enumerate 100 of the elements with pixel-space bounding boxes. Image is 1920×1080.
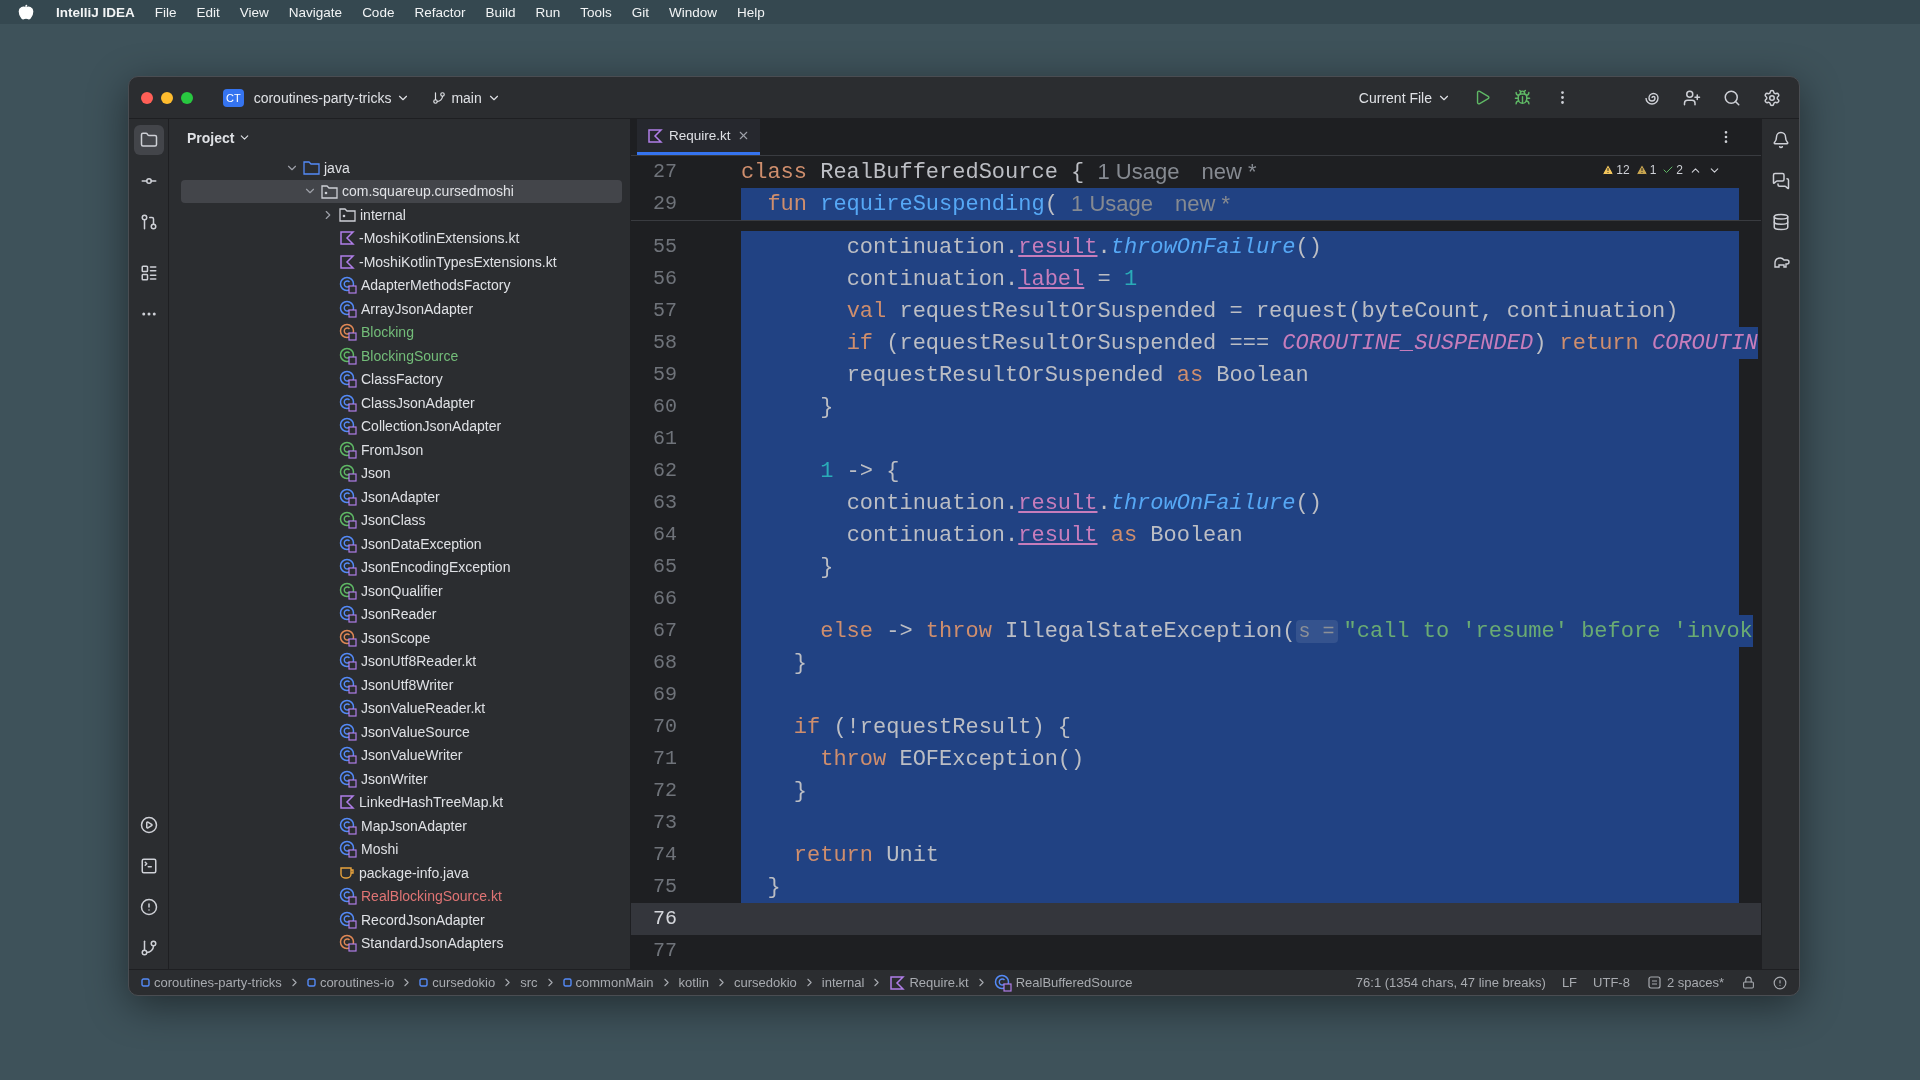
tree-item[interactable]: JsonAdapter — [181, 485, 622, 509]
tree-item[interactable]: StandardJsonAdapters — [181, 931, 622, 955]
tree-item[interactable]: JsonUtf8Writer — [181, 673, 622, 697]
editor-tab[interactable]: Require.kt — [637, 119, 760, 155]
tree-item[interactable]: JsonUtf8Reader.kt — [181, 649, 622, 673]
menu-item[interactable]: Window — [669, 4, 718, 20]
code-text: if (!requestResult) { — [793, 714, 1072, 740]
minimize-button[interactable] — [161, 91, 173, 104]
menu-item[interactable]: Navigate — [288, 4, 343, 20]
tree-item[interactable]: java — [181, 156, 622, 180]
line-number: 65 — [652, 554, 678, 580]
breadcrumb[interactable]: commonMain — [575, 975, 654, 990]
class-icon — [339, 417, 357, 436]
tree-item[interactable]: ClassFactory — [181, 367, 622, 391]
folder-icon[interactable] — [133, 125, 164, 155]
panel-title[interactable]: Project — [187, 129, 252, 146]
tree-item[interactable]: com.squareup.cursedmoshi — [181, 179, 622, 203]
tree-item[interactable]: package-info.java — [181, 861, 622, 885]
line-separator[interactable]: LF — [1561, 975, 1578, 990]
kotlin-file-icon — [647, 127, 663, 144]
indent-setting[interactable]: 2 spaces* — [1666, 975, 1724, 990]
zoom-button[interactable] — [181, 91, 193, 104]
class-icon — [339, 346, 357, 365]
tree-item[interactable]: Blocking — [181, 320, 622, 344]
breadcrumb[interactable]: internal — [821, 975, 865, 990]
project-badge: CT — [223, 88, 244, 107]
menu-item[interactable]: Git — [631, 4, 649, 20]
line-number: 64 — [652, 522, 678, 548]
tree-item[interactable]: JsonValueReader.kt — [181, 696, 622, 720]
tree-item[interactable]: BlockingSource — [181, 344, 622, 368]
class-icon — [339, 722, 357, 741]
tree-item[interactable]: LinkedHashTreeMap.kt — [181, 790, 622, 814]
breadcrumb[interactable]: cursedokio — [432, 975, 496, 990]
tree-item[interactable]: FromJson — [181, 438, 622, 462]
menu-item[interactable]: Build — [485, 4, 516, 20]
tree-item[interactable]: JsonClass — [181, 508, 622, 532]
breadcrumb[interactable]: RealBufferedSource — [1015, 975, 1133, 990]
breadcrumb[interactable]: cursedokio — [733, 975, 797, 990]
problems-icon[interactable] — [1773, 975, 1787, 990]
menu-item[interactable]: Code — [362, 4, 395, 20]
menu-item[interactable]: File — [154, 4, 177, 20]
inlay-hint[interactable]: new * — [1201, 159, 1257, 185]
line-number: 73 — [652, 810, 678, 836]
breadcrumb[interactable]: coroutines-party-tricks — [154, 975, 282, 990]
class-icon — [339, 652, 357, 671]
tree-item[interactable]: Moshi — [181, 837, 622, 861]
tree-item[interactable]: MapJsonAdapter — [181, 814, 622, 838]
tree-item[interactable]: AdapterMethodsFactory — [181, 273, 622, 297]
class-icon — [339, 628, 357, 647]
tree-item[interactable]: CollectionJsonAdapter — [181, 414, 622, 438]
code-text: } — [767, 874, 781, 900]
tree-item[interactable]: internal — [181, 203, 622, 227]
tree-item[interactable]: JsonQualifier — [181, 579, 622, 603]
close-button[interactable] — [141, 91, 153, 104]
tree-item[interactable]: RealBlockingSource.kt — [181, 884, 622, 908]
inlay-hint[interactable]: 1 Usage — [1097, 159, 1180, 185]
indent-icon — [1647, 976, 1661, 989]
kotlin-file-icon — [339, 230, 355, 247]
tree-item[interactable]: RecordJsonAdapter — [181, 908, 622, 932]
breadcrumb[interactable]: coroutines-io — [319, 975, 395, 990]
tree-item[interactable]: JsonWriter — [181, 767, 622, 791]
tree-item[interactable]: JsonDataException — [181, 532, 622, 556]
caret-position[interactable]: 76:1 (1354 chars, 47 line breaks) — [1355, 975, 1546, 990]
encoding[interactable]: UTF-8 — [1593, 975, 1630, 990]
line-number: 58 — [652, 330, 678, 356]
tree-item[interactable]: JsonValueWriter — [181, 743, 622, 767]
menu-item[interactable]: Help — [737, 4, 765, 20]
tree-item[interactable]: JsonReader — [181, 602, 622, 626]
line-number: 27 — [652, 159, 678, 185]
tree-item[interactable]: ClassJsonAdapter — [181, 391, 622, 415]
app-menu[interactable]: IntelliJ IDEA — [56, 4, 135, 20]
menu-item[interactable]: View — [239, 4, 269, 20]
line-number: 71 — [652, 746, 678, 772]
line-number: 61 — [652, 426, 678, 452]
class-icon — [339, 887, 357, 906]
tree-item[interactable]: Json — [181, 461, 622, 485]
tree-item[interactable]: JsonScope — [181, 626, 622, 650]
lock-icon[interactable] — [1742, 976, 1755, 989]
breadcrumb[interactable]: kotlin — [678, 975, 709, 990]
apple-icon[interactable] — [18, 4, 34, 20]
code-text: continuation.label = 1 — [846, 266, 1138, 292]
menu-item[interactable]: Edit — [196, 4, 220, 20]
run-config-selector[interactable]: Current File — [1352, 85, 1457, 110]
menu-item[interactable]: Tools — [580, 4, 612, 20]
tree-item[interactable]: -MoshiKotlinExtensions.kt — [181, 226, 622, 250]
tree-item[interactable]: -MoshiKotlinTypesExtensions.kt — [181, 250, 622, 274]
line-number: 68 — [652, 650, 678, 676]
tree-item[interactable]: ArrayJsonAdapter — [181, 297, 622, 321]
code-text: return Unit — [793, 842, 940, 868]
tree-item[interactable]: JsonValueSource — [181, 720, 622, 744]
menu-item[interactable]: Refactor — [414, 4, 466, 20]
menu-item[interactable]: Run — [535, 4, 561, 20]
breadcrumb[interactable]: src — [520, 975, 538, 990]
breadcrumb[interactable]: Require.kt — [909, 975, 969, 990]
warning-icon — [1635, 164, 1648, 176]
inspection-widget[interactable]: 12 1 2 — [1602, 163, 1721, 177]
module-icon — [419, 978, 429, 987]
tree-item[interactable]: JsonEncodingException — [181, 555, 622, 579]
project-selector[interactable]: coroutines-party-tricks — [247, 85, 417, 110]
branch-selector[interactable]: main — [426, 85, 507, 110]
